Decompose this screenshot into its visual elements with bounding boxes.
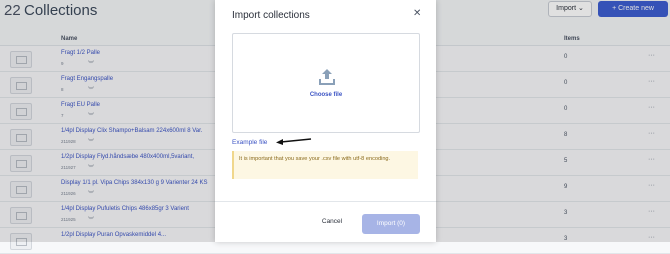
- choose-file-button[interactable]: Choose file: [233, 92, 419, 98]
- close-icon[interactable]: ✕: [413, 8, 421, 19]
- dialog-title: Import collections: [232, 10, 310, 21]
- arrow-left-icon: [276, 138, 312, 145]
- example-file-link[interactable]: Example file: [232, 139, 267, 146]
- import-button[interactable]: Import (0): [362, 214, 420, 234]
- cancel-button[interactable]: Cancel: [317, 215, 347, 229]
- warning-text: It is important that you save your .csv …: [239, 156, 391, 162]
- upload-icon: [319, 69, 335, 85]
- utf8-warning: It is important that you save your .csv …: [232, 151, 418, 179]
- file-dropzone[interactable]: Choose file: [232, 33, 420, 133]
- dialog-divider: [215, 201, 436, 202]
- import-collections-dialog: Import collections ✕ Choose file Example…: [215, 0, 436, 242]
